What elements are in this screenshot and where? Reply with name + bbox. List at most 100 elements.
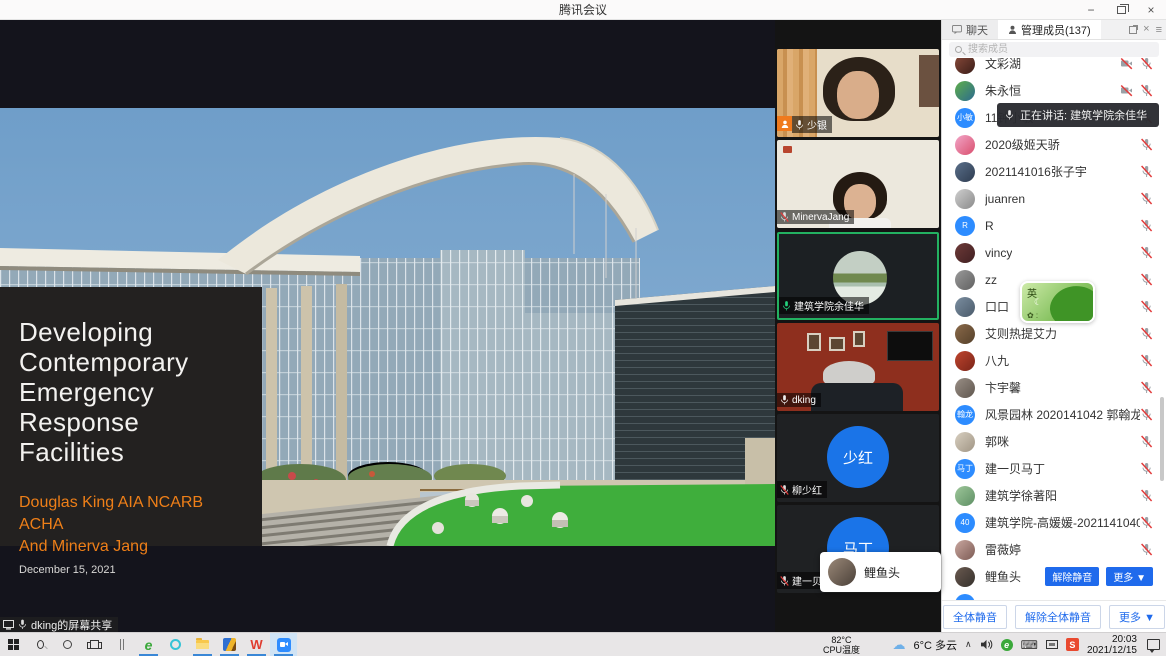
- mute-all-button[interactable]: 全体静音: [943, 605, 1007, 629]
- mic-muted-icon[interactable]: [1140, 58, 1153, 70]
- member-more-button[interactable]: 更多 ▼: [1106, 567, 1153, 586]
- mic-muted-icon[interactable]: [1140, 300, 1153, 313]
- network-icon[interactable]: [1046, 640, 1058, 649]
- mic-muted-icon[interactable]: [1140, 408, 1153, 421]
- member-row[interactable]: 卞宇馨: [942, 374, 1166, 401]
- mic-muted-icon[interactable]: [1140, 273, 1153, 286]
- member-row[interactable]: 八九: [942, 347, 1166, 374]
- avatar: 马丁: [955, 459, 975, 479]
- mic-muted-icon[interactable]: [1140, 462, 1153, 475]
- avatar: [955, 324, 975, 344]
- avatar: [955, 243, 975, 263]
- member-row[interactable]: 翰龙风景园林 2020141042 郭翰龙: [942, 401, 1166, 428]
- task-view-button[interactable]: [81, 633, 108, 656]
- minimize-button[interactable]: −: [1076, 0, 1106, 20]
- taskbar-app-ie[interactable]: e: [135, 633, 162, 656]
- recording-badge: [783, 146, 792, 153]
- tray-expand-icon[interactable]: ∧: [965, 639, 972, 650]
- taskbar-app-browser360[interactable]: [162, 633, 189, 656]
- member-name: 2021141016张子宇: [985, 163, 1087, 180]
- avatar: [955, 58, 975, 74]
- close-panel-icon[interactable]: ×: [1143, 24, 1149, 35]
- taskbar-app-meeting[interactable]: [270, 633, 297, 656]
- weather-text[interactable]: 6°C 多云: [913, 637, 957, 653]
- member-row[interactable]: 2021141016张子宇: [942, 158, 1166, 185]
- member-list-scrollbar[interactable]: [1160, 397, 1164, 481]
- cortana-button[interactable]: [54, 633, 81, 656]
- taskbar-search-button[interactable]: [27, 633, 54, 656]
- camera-muted-icon[interactable]: [1120, 84, 1133, 97]
- footer-more-button[interactable]: 更多 ▼: [1109, 605, 1165, 629]
- unmute-all-button[interactable]: 解除全体静音: [1015, 605, 1101, 629]
- avatar: 翰龙: [955, 405, 975, 425]
- tray-browser-icon[interactable]: e: [1001, 639, 1013, 651]
- video-tile[interactable]: MinervaJang: [777, 140, 939, 228]
- tab-chat[interactable]: 聊天: [942, 20, 998, 39]
- popout-panel-icon[interactable]: [1129, 26, 1137, 34]
- mic-icon: [795, 119, 804, 131]
- member-row[interactable]: 艾则热提艾力: [942, 320, 1166, 347]
- member-name: zz: [985, 273, 997, 287]
- member-row[interactable]: 建筑学徐著阳: [942, 482, 1166, 509]
- maximize-button[interactable]: [1106, 0, 1136, 20]
- cpu-temp-value: 82°C: [798, 635, 884, 645]
- preview-member-name: 鲤鱼头: [864, 564, 900, 581]
- taskbar-app-explorer[interactable]: [189, 633, 216, 656]
- mic-muted-icon[interactable]: [1140, 435, 1153, 448]
- camera-muted-icon[interactable]: [1120, 58, 1133, 70]
- member-row[interactable]: 雷薇婷: [942, 536, 1166, 563]
- member-row[interactable]: 郭咪: [942, 428, 1166, 455]
- member-name: 鲤鱼头: [985, 568, 1021, 585]
- start-button[interactable]: [0, 633, 27, 656]
- action-center-icon[interactable]: [1147, 639, 1160, 650]
- member-list: 文彩湖朱永恒小敏11钟小敏2020级姬天骄2021141016张子宇juanre…: [942, 58, 1166, 600]
- video-tile[interactable]: 建筑学院余佳华: [777, 232, 939, 320]
- member-row[interactable]: RR: [942, 212, 1166, 239]
- member-name: 风景园林 2020141042 郭翰龙: [985, 406, 1140, 423]
- mic-icon: [1005, 109, 1014, 121]
- mic-muted-icon[interactable]: [1140, 138, 1153, 151]
- mic-muted-icon[interactable]: [1140, 219, 1153, 232]
- member-row[interactable]: juanren: [942, 185, 1166, 212]
- windows-taskbar: e W 82°C CPU温度 ☁ 6°C 多云 ∧ e ⌨ S 20:03 20…: [0, 632, 1166, 656]
- panel-menu-icon[interactable]: ≡: [1156, 24, 1162, 36]
- avatar: [955, 162, 975, 182]
- search-members-input[interactable]: [966, 43, 1153, 56]
- taskbar-app-wps[interactable]: W: [243, 633, 270, 656]
- unmute-member-button[interactable]: 解除静音: [1045, 567, 1099, 586]
- member-row[interactable]: [942, 590, 1166, 600]
- video-tile[interactable]: dking: [777, 323, 939, 411]
- close-button[interactable]: ×: [1136, 0, 1166, 20]
- video-tile[interactable]: 少红柳少红: [777, 414, 939, 502]
- member-icon: [1008, 25, 1017, 34]
- restore-icon: [1117, 6, 1126, 14]
- mic-muted-icon[interactable]: [1140, 516, 1153, 529]
- mic-muted-icon[interactable]: [1140, 354, 1153, 367]
- mic-muted-icon[interactable]: [1140, 489, 1153, 502]
- mic-muted-icon[interactable]: [1140, 327, 1153, 340]
- member-row[interactable]: 朱永恒: [942, 77, 1166, 104]
- panel-footer: 全体静音 解除全体静音 更多 ▼: [942, 600, 1166, 632]
- member-name: 文彩湖: [985, 58, 1021, 72]
- member-row[interactable]: vincy: [942, 239, 1166, 266]
- tab-manage-members[interactable]: 管理成员(137): [998, 20, 1101, 39]
- mic-muted-icon[interactable]: [1140, 246, 1153, 259]
- member-row[interactable]: 文彩湖: [942, 58, 1166, 77]
- taskbar-clock[interactable]: 20:03 2021/12/15: [1087, 634, 1137, 656]
- member-row[interactable]: 马丁建一贝马丁: [942, 455, 1166, 482]
- keyboard-icon[interactable]: ⌨: [1021, 639, 1038, 651]
- presenter-share-label: dking的屏幕共享: [31, 617, 112, 633]
- mic-muted-icon[interactable]: [1140, 381, 1153, 394]
- member-row[interactable]: 2020级姬天骄: [942, 131, 1166, 158]
- member-row[interactable]: 鲤鱼头 解除静音更多 ▼: [942, 563, 1166, 590]
- sogou-input-icon[interactable]: S: [1066, 638, 1079, 651]
- mic-muted-icon[interactable]: [1140, 165, 1153, 178]
- mic-muted-icon[interactable]: [1140, 192, 1153, 205]
- volume-icon[interactable]: [980, 639, 993, 650]
- member-name: vincy: [985, 246, 1012, 260]
- mic-muted-icon[interactable]: [1140, 84, 1153, 97]
- member-row[interactable]: 40建筑学院-高媛媛-2021141040: [942, 509, 1166, 536]
- video-tile[interactable]: 少银: [777, 49, 939, 137]
- taskbar-app-viewer[interactable]: [216, 633, 243, 656]
- mic-muted-icon[interactable]: [1140, 543, 1153, 556]
